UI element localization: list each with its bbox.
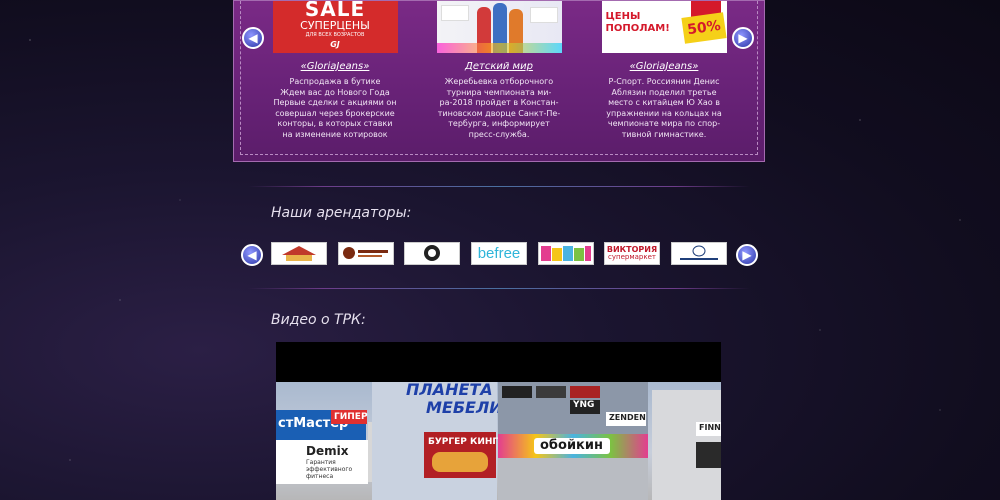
- tenant-logo[interactable]: [271, 242, 327, 265]
- planeta-sign: ПЛАНЕТА: [406, 380, 493, 399]
- price-tag: [529, 7, 558, 23]
- tenant-1-logo-graphic: [282, 246, 316, 261]
- tenant-logo-viktoria[interactable]: ВИКТОРИЯ супермаркет: [604, 242, 660, 265]
- giper-sign: ГИПЕР: [334, 412, 368, 422]
- finn-sign: FINN: [699, 423, 721, 432]
- tenant-logo[interactable]: [404, 242, 460, 265]
- sale-text: SALE: [304, 1, 366, 21]
- building-base: [498, 458, 648, 500]
- tenant-7-logo-graphic: [680, 245, 718, 260]
- promo-image-kids[interactable]: [436, 1, 562, 53]
- promo-description: Распродажа в бутике Ждем вас до Нового Го…: [273, 77, 397, 139]
- demix-slogan: Гарантия эффективного фитнеса: [306, 459, 353, 480]
- promo-description: Жеребьевка отборочного турнира чемпионата…: [437, 77, 561, 139]
- tenants-next-button[interactable]: ▶: [736, 244, 758, 266]
- section-divider: [248, 186, 750, 187]
- superprice-text: СУПЕРЦЕНЫ: [300, 19, 370, 32]
- sign-panel: [536, 386, 566, 398]
- promo-description: Р-Спорт. Россиянин Денис Аблязин поделил …: [606, 77, 722, 139]
- promo-image-sale[interactable]: SALE СУПЕРЦЕНЫ ДЛЯ ВСЕХ ВОЗРАСТОВ GJ: [272, 1, 398, 53]
- color-stripe: [436, 43, 562, 53]
- befree-logo-text: befree: [477, 245, 521, 262]
- half-price-text: ЦЕНЫ ПОПОЛАМ!: [605, 11, 670, 34]
- mebeli-sign: МЕБЕЛИ: [426, 398, 503, 417]
- tenant-2-logo-graphic: [343, 247, 388, 259]
- video-player[interactable]: стМастер ГИПЕР Demix Гарантия эффективно…: [276, 342, 721, 500]
- tenant-logo-detsky-mir[interactable]: [538, 242, 594, 265]
- promo-carousel: ◀ ▶ SALE СУПЕРЦЕНЫ ДЛЯ ВСЕХ ВОЗРАСТОВ GJ…: [233, 0, 765, 162]
- chevron-left-icon: ◀: [247, 248, 257, 262]
- promo-title-link[interactable]: «GloriaJeans»: [589, 61, 739, 72]
- sign-panel: [570, 386, 600, 398]
- tenants-prev-button[interactable]: ◀: [241, 244, 263, 266]
- promo-card[interactable]: Детский мир Жеребьевка отборочного турнир…: [424, 1, 574, 141]
- gj-logo: GJ: [330, 40, 340, 49]
- promo-title-link[interactable]: Детский мир: [424, 61, 574, 72]
- tenants-heading: Наши арендаторы:: [271, 205, 412, 221]
- discount-tag: 50%: [680, 12, 727, 44]
- demix-sign: Demix: [306, 444, 349, 458]
- yng-sign: YNG: [573, 400, 595, 410]
- all-ages-text: ДЛЯ ВСЕХ ВОЗРАСТОВ: [305, 32, 365, 38]
- sign-panel: [502, 386, 532, 398]
- promo-image-half-price[interactable]: ЦЕНЫ ПОПОЛАМ! 50%: [601, 1, 727, 53]
- chevron-left-icon: ◀: [248, 31, 258, 45]
- tenant-logo-befree[interactable]: befree: [471, 242, 527, 265]
- burger-king-sign: БУРГЕР КИНГ: [428, 437, 499, 447]
- promo-title-link[interactable]: «GloriaJeans»: [260, 61, 410, 72]
- promo-card[interactable]: ЦЕНЫ ПОПОЛАМ! 50% «GloriaJeans» Р-Спорт.…: [589, 1, 739, 141]
- burger-image: [432, 452, 488, 472]
- video-frame: стМастер ГИПЕР Demix Гарантия эффективно…: [276, 380, 721, 500]
- chevron-right-icon: ▶: [738, 31, 748, 45]
- section-divider: [248, 288, 750, 289]
- price-tag: [440, 5, 469, 21]
- zenden-sign: ZENDEN: [609, 413, 646, 422]
- tenant-logo[interactable]: [338, 242, 394, 265]
- tenant-logo[interactable]: [671, 242, 727, 265]
- promo-card[interactable]: SALE СУПЕРЦЕНЫ ДЛЯ ВСЕХ ВОЗРАСТОВ GJ «Gl…: [260, 1, 410, 141]
- oboikin-sign: обойкин: [540, 438, 603, 453]
- sign-panel: [696, 442, 721, 468]
- tenant-3-logo-graphic: [424, 245, 440, 261]
- chevron-right-icon: ▶: [742, 248, 752, 262]
- detsky-mir-logo-graphic: [541, 246, 591, 261]
- viktoria-sub-text: супермаркет: [608, 253, 656, 261]
- video-heading: Видео о ТРК:: [271, 312, 366, 328]
